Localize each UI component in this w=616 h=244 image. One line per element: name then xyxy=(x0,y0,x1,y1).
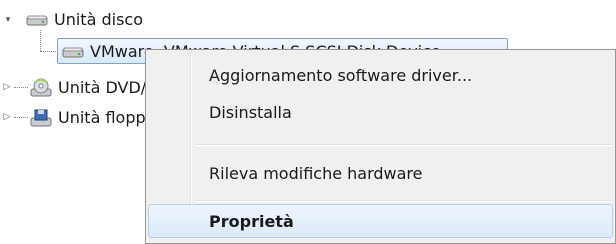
menu-item-label: Disinstalla xyxy=(209,102,292,122)
tree-node-floppy-drives[interactable]: Unità floppy xyxy=(30,104,155,130)
collapse-arrow-icon[interactable]: ▾ xyxy=(3,15,13,25)
tree-node-label: Unità floppy xyxy=(58,107,156,127)
dvd-drive-icon xyxy=(30,78,52,97)
menu-item-label: Rileva modifiche hardware xyxy=(209,163,423,183)
menu-item-label: Aggiornamento software driver... xyxy=(209,65,473,85)
expand-arrow-icon[interactable]: ▷ xyxy=(2,112,12,122)
context-menu: Aggiornamento software driver... Disinst… xyxy=(145,49,616,244)
menu-item-label: Proprietà xyxy=(209,211,294,231)
expand-arrow-icon[interactable]: ▷ xyxy=(2,82,12,92)
menu-item-update-driver[interactable]: Aggiornamento software driver... xyxy=(148,58,613,92)
disk-drive-icon xyxy=(26,10,48,28)
menu-item-uninstall[interactable]: Disinstalla xyxy=(148,95,613,129)
menu-separator xyxy=(196,200,611,202)
menu-separator xyxy=(196,144,611,146)
tree-node-disk-drives[interactable]: Unità disco xyxy=(26,6,143,32)
disk-drive-icon xyxy=(62,42,84,60)
floppy-drive-icon xyxy=(30,108,52,127)
menu-item-properties[interactable]: Proprietà xyxy=(148,204,613,238)
menu-item-scan-hardware[interactable]: Rileva modifiche hardware xyxy=(148,156,613,190)
tree-node-label: Unità disco xyxy=(54,9,143,29)
